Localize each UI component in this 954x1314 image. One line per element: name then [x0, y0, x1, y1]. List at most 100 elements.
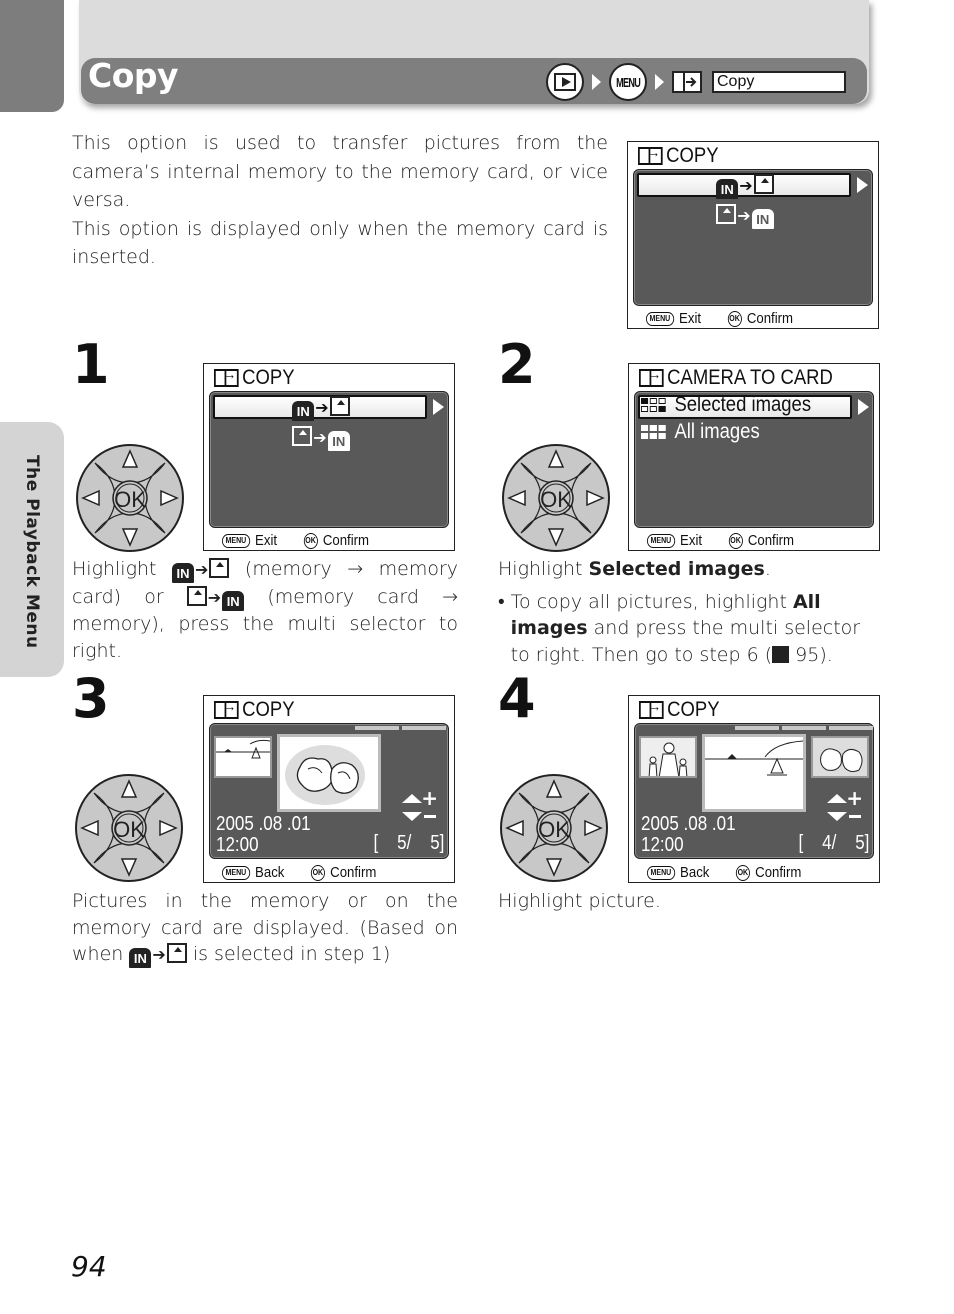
corner-tab [0, 0, 64, 112]
menu-option-card-to-memory[interactable]: ➔ IN [634, 204, 856, 229]
frame-counter: [ 4/ 5] [798, 832, 869, 854]
all-images-icon [641, 425, 666, 439]
memory-card-icon [292, 426, 313, 446]
ok-label: OK [538, 817, 570, 842]
ok-button-icon: OK [727, 310, 742, 327]
ok-button-icon: OK [735, 864, 750, 881]
screen-body: + 2005 .08 .01 12:00 [ 4/ 5] [634, 723, 874, 859]
screen-footer: MENU Back OK Confirm [647, 864, 801, 881]
date-readout: 2005 .08 .01 [641, 813, 736, 835]
time-readout: 12:00 [641, 834, 684, 856]
step-number: 2 [498, 333, 536, 396]
memory-card-icon [186, 585, 207, 606]
step2-bullet: • To copy all pictures, highlight All im… [498, 590, 861, 666]
thumbnail-current[interactable] [277, 734, 381, 812]
zoom-up-icon [402, 794, 422, 803]
ok-label: OK [114, 487, 146, 512]
multi-selector-icon: OK [75, 774, 183, 882]
page-title: Copy [88, 56, 179, 95]
page-reference-icon [772, 645, 790, 663]
step1-text: Highlight IN ➔ (memory → memory card) or … [72, 558, 459, 662]
screen-step4-playback: COPY + 2005 .08 .01 12:00 [ 4/ 5] MENUBa… [628, 695, 880, 883]
screen-body: IN ➔ ➔ IN [633, 169, 873, 306]
copy-icon [639, 698, 664, 719]
internal-memory-icon: IN [292, 401, 315, 421]
intro-paragraph: This option is used to transfer pictures… [72, 132, 608, 211]
screen-body: + 2005 .08 .01 12:00 [ 5/ 5] [209, 723, 449, 859]
thumbnail-next[interactable] [811, 736, 869, 778]
ok-button-icon: OK [728, 532, 743, 549]
screen-title: COPY [214, 366, 295, 390]
right-arrow-icon [857, 177, 868, 193]
selected-images-icon [641, 398, 666, 412]
step-number: 1 [72, 333, 110, 396]
zoom-indicator: + [827, 788, 863, 828]
step2-text: Highlight Selected images. • To copy all… [498, 556, 884, 668]
screen-title: CAMERA TO CARD [639, 366, 833, 390]
option-memory-to-card: IN ➔ [210, 396, 432, 421]
arrow-right-icon: ➔ [313, 428, 327, 447]
internal-memory-icon: IN [327, 431, 350, 451]
screen-footer: MENU Exit OK Confirm [222, 532, 369, 549]
playback-button-icon [546, 63, 584, 101]
screen-footer: MENU Exit OK Confirm [646, 310, 793, 327]
thumbnail-current[interactable] [702, 734, 806, 812]
zoom-up-icon [827, 794, 847, 803]
thumbnail-previous[interactable] [214, 736, 272, 778]
memory-card-icon [329, 396, 350, 416]
multi-selector-icon: OK [500, 774, 608, 882]
page-number: 94 [71, 1250, 107, 1283]
time-readout: 12:00 [216, 834, 259, 856]
screen-title: COPY [214, 698, 295, 722]
option-selected-images: Selected images [641, 393, 811, 417]
screen-footer: MENU Back OK Confirm [222, 864, 376, 881]
internal-memory-icon: IN [222, 590, 245, 611]
menu-button-icon: MENU [647, 533, 675, 548]
arrow-right-icon: ➔ [315, 398, 329, 417]
screen-title: COPY [638, 144, 719, 168]
menu-button-icon: MENU [646, 311, 674, 326]
menu-option-all-images[interactable]: All images [641, 420, 760, 444]
copy-icon [638, 144, 663, 165]
breadcrumb-arrow-icon [655, 74, 664, 90]
arrow-right-icon: ➔ [194, 560, 209, 579]
menu-button-icon: MENU [222, 533, 250, 548]
step4-text: Highlight picture. [498, 890, 661, 912]
memory-card-icon [753, 174, 774, 194]
ok-label: OK [113, 817, 145, 842]
screen-title: COPY [639, 698, 720, 722]
zoom-down-icon [827, 812, 847, 821]
zoom-down-icon [402, 812, 422, 821]
multi-selector-icon: OK [76, 444, 184, 552]
menu-option-card-to-memory[interactable]: ➔ IN [210, 426, 432, 451]
intro-paragraph: This option is displayed only when the m… [72, 217, 608, 269]
internal-memory-icon: IN [171, 563, 194, 583]
thumbnail-previous[interactable] [639, 736, 697, 778]
memory-card-icon [166, 943, 187, 963]
step-number: 4 [498, 667, 536, 730]
page-reference[interactable]: 95 [795, 644, 819, 666]
breadcrumb: MENU Copy [546, 63, 846, 101]
copy-icon [214, 366, 239, 387]
screen-copy-menu: COPY IN➔ ➔IN MENUExitOKConfirm [627, 141, 879, 329]
copy-icon [672, 71, 702, 93]
option-memory-to-card: IN ➔ [634, 174, 856, 199]
screen-step1-copy: COPY IN➔ ➔IN MENUExitOKConfirm [203, 363, 455, 551]
frame-counter: [ 5/ 5] [373, 832, 444, 854]
ok-button-icon: OK [310, 864, 325, 881]
internal-memory-icon: IN [716, 179, 739, 199]
screen-body: Selected images All images [634, 391, 874, 528]
arrow-right-icon: ➔ [152, 945, 166, 964]
breadcrumb-field-copy: Copy [712, 71, 846, 93]
arrow-right-icon: ➔ [207, 587, 222, 607]
screen-footer: MENU Exit OK Confirm [647, 532, 794, 549]
arrow-right-icon: ➔ [739, 176, 753, 195]
menu-button-icon: MENU [609, 63, 647, 101]
ok-button-icon: OK [303, 532, 318, 549]
copy-icon [639, 366, 664, 387]
menu-button-icon: MENU [222, 865, 250, 880]
internal-memory-icon: IN [751, 209, 774, 229]
screen-step3-playback: COPY + 2005 .08 .01 12:00 [ 5/ 5] MENUBa… [203, 695, 455, 883]
screen-step2-camera-to-card: CAMERA TO CARD Selected images All image… [628, 363, 880, 551]
arrow-right-icon: ➔ [737, 206, 751, 225]
